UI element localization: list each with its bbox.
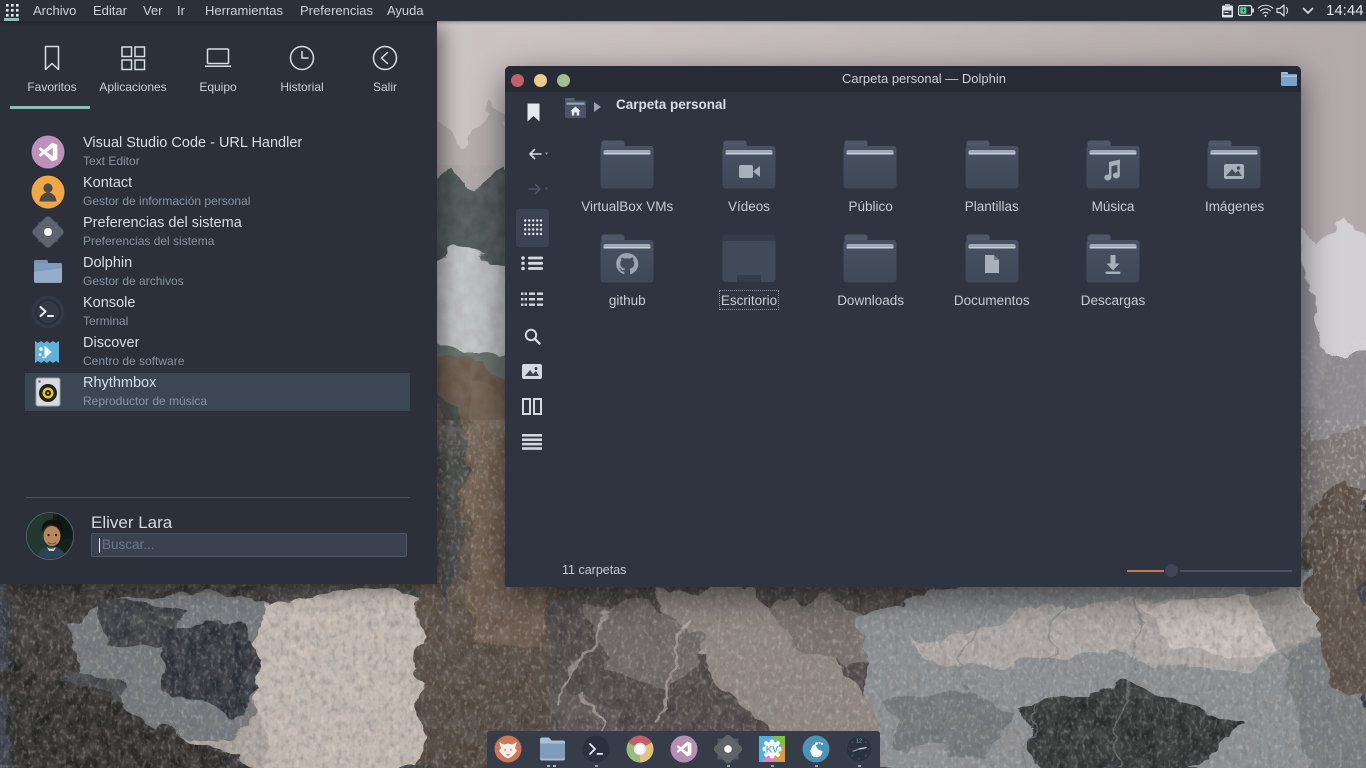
svg-text:12: 12 [856, 739, 862, 745]
svg-text:KV: KV [766, 745, 779, 755]
